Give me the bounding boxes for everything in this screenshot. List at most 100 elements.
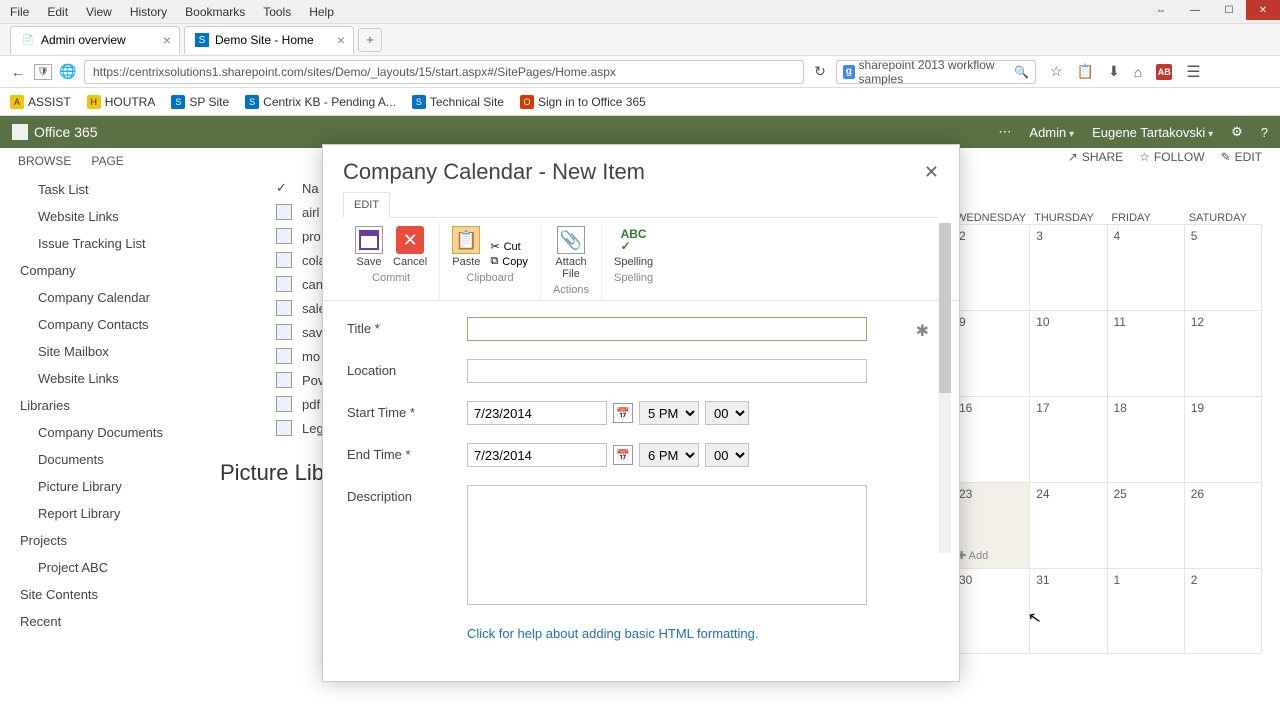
calendar-cell-today[interactable]: 23 ✚ Add xyxy=(952,483,1030,568)
nav-recent[interactable]: Recent xyxy=(20,608,200,635)
calendar-picker-icon[interactable]: 📅 xyxy=(613,403,633,423)
calendar-cell[interactable]: 16 xyxy=(952,397,1030,482)
adblock-icon[interactable]: AB xyxy=(1156,64,1172,80)
start-minute-select[interactable]: 00 xyxy=(705,401,749,425)
attach-file-button[interactable]: 📎Attach File xyxy=(555,226,586,280)
title-input[interactable] xyxy=(467,317,867,341)
overflow-icon[interactable]: ⋯ xyxy=(998,124,1011,140)
new-tab-button[interactable]: + xyxy=(358,28,382,52)
nav-documents[interactable]: Documents xyxy=(20,446,200,473)
search-box[interactable]: g sharepoint 2013 workflow samples 🔍 xyxy=(836,60,1036,84)
tab-page[interactable]: PAGE xyxy=(91,148,123,174)
tab-close-icon[interactable]: × xyxy=(163,32,171,48)
start-date-input[interactable] xyxy=(467,401,607,425)
reload-button[interactable]: ↻ xyxy=(810,62,830,82)
nav-company-calendar[interactable]: Company Calendar xyxy=(20,284,200,311)
bookmark-assist[interactable]: AASSIST xyxy=(10,95,71,109)
bookmark-sp-site[interactable]: SSP Site xyxy=(171,95,229,109)
nav-website-links[interactable]: Website Links xyxy=(20,203,200,230)
nav-picture-library[interactable]: Picture Library xyxy=(20,473,200,500)
cut-button[interactable]: ✂Cut xyxy=(490,240,528,253)
nav-task-list[interactable]: Task List xyxy=(20,176,200,203)
calendar-cell[interactable]: 1 xyxy=(1108,569,1185,653)
calendar-cell[interactable]: 19 xyxy=(1185,397,1262,482)
save-button[interactable]: Save xyxy=(355,226,383,268)
nav-company-documents[interactable]: Company Documents xyxy=(20,419,200,446)
add-event-link[interactable]: ✚ Add xyxy=(957,549,988,562)
end-hour-select[interactable]: 6 PM xyxy=(639,443,699,467)
nav-report-library[interactable]: Report Library xyxy=(20,500,200,527)
home-icon[interactable]: ⌂ xyxy=(1134,64,1142,80)
dialog-close-button[interactable]: ✕ xyxy=(924,162,939,183)
nav-project-abc[interactable]: Project ABC xyxy=(20,554,200,581)
bookmark-houtra[interactable]: HHOUTRA xyxy=(87,95,156,109)
calendar-cell[interactable]: 3 xyxy=(1030,225,1107,310)
calendar-cell[interactable]: 2 xyxy=(952,225,1030,310)
calendar-cell[interactable]: 30 xyxy=(952,569,1030,653)
nav-company[interactable]: Company xyxy=(20,257,200,284)
calendar-cell[interactable]: 24 xyxy=(1030,483,1107,568)
menu-view[interactable]: View xyxy=(86,5,112,19)
nav-issue-tracking[interactable]: Issue Tracking List xyxy=(20,230,200,257)
help-icon[interactable]: ? xyxy=(1261,125,1268,140)
maximize-button[interactable]: ☐ xyxy=(1212,0,1246,20)
menu-history[interactable]: History xyxy=(130,5,167,19)
calendar-cell[interactable]: 2 xyxy=(1185,569,1262,653)
menu-help[interactable]: Help xyxy=(309,5,334,19)
description-textarea[interactable] xyxy=(467,485,867,605)
office365-logo[interactable]: Office 365 xyxy=(12,124,98,140)
dialog-tab-edit[interactable]: EDIT xyxy=(343,192,390,218)
spelling-button[interactable]: ABC✓Spelling xyxy=(614,226,653,268)
calendar-cell[interactable]: 26 xyxy=(1185,483,1262,568)
nav-company-contacts[interactable]: Company Contacts xyxy=(20,311,200,338)
hamburger-icon[interactable]: ☰ xyxy=(1186,62,1200,82)
calendar-cell[interactable]: 5 xyxy=(1185,225,1262,310)
window-close-button[interactable]: ✕ xyxy=(1246,0,1280,20)
calendar-cell[interactable]: 10 xyxy=(1030,311,1107,396)
bookmark-office365[interactable]: OSign in to Office 365 xyxy=(520,95,646,109)
identity-icon[interactable]: 🛡 xyxy=(34,64,52,80)
menu-tools[interactable]: Tools xyxy=(263,5,291,19)
end-minute-select[interactable]: 00 xyxy=(705,443,749,467)
nav-site-mailbox[interactable]: Site Mailbox xyxy=(20,338,200,365)
tab-demo-site[interactable]: S Demo Site - Home × xyxy=(184,26,354,54)
star-icon[interactable]: ☆ xyxy=(1050,63,1063,80)
cancel-button[interactable]: ✕Cancel xyxy=(393,226,427,268)
calendar-cell[interactable]: 11 xyxy=(1108,311,1185,396)
menu-edit[interactable]: Edit xyxy=(47,5,68,19)
gear-icon[interactable]: ⚙ xyxy=(1231,124,1243,140)
help-link[interactable]: Click for help about adding basic HTML f… xyxy=(467,626,935,641)
admin-dropdown[interactable]: Admin xyxy=(1029,125,1074,140)
user-menu[interactable]: Eugene Tartakovski xyxy=(1092,125,1213,140)
minimize-button[interactable]: — xyxy=(1178,0,1212,20)
tab-close-icon[interactable]: × xyxy=(337,32,345,48)
bookmark-centrix[interactable]: SCentrix KB - Pending A... xyxy=(245,95,396,109)
tab-browse[interactable]: BROWSE xyxy=(18,148,71,174)
nav-site-contents[interactable]: Site Contents xyxy=(20,581,200,608)
calendar-cell[interactable]: 4 xyxy=(1108,225,1185,310)
clipboard-icon[interactable]: 📋 xyxy=(1077,63,1094,80)
paste-button[interactable]: 📋Paste xyxy=(452,226,480,268)
download-icon[interactable]: ⬇ xyxy=(1108,63,1120,80)
calendar-cell[interactable]: 12 xyxy=(1185,311,1262,396)
nav-website-links-2[interactable]: Website Links xyxy=(20,365,200,392)
url-input[interactable]: https://centrixsolutions1.sharepoint.com… xyxy=(84,60,804,84)
search-icon[interactable]: 🔍 xyxy=(1014,65,1029,79)
bookmark-technical[interactable]: STechnical Site xyxy=(412,95,504,109)
calendar-cell[interactable]: 18 xyxy=(1108,397,1185,482)
location-input[interactable] xyxy=(467,359,867,383)
calendar-cell[interactable]: 9 xyxy=(952,311,1030,396)
nav-projects[interactable]: Projects xyxy=(20,527,200,554)
menu-bookmarks[interactable]: Bookmarks xyxy=(185,5,245,19)
restore-diag-icon[interactable]: ⇔ xyxy=(1144,0,1178,20)
nav-libraries[interactable]: Libraries xyxy=(20,392,200,419)
calendar-cell[interactable]: 25 xyxy=(1108,483,1185,568)
end-date-input[interactable] xyxy=(467,443,607,467)
calendar-picker-icon[interactable]: 📅 xyxy=(613,445,633,465)
copy-button[interactable]: ⧉Copy xyxy=(490,255,528,268)
menu-file[interactable]: File xyxy=(10,5,29,19)
calendar-cell[interactable]: 31 xyxy=(1030,569,1107,653)
back-button[interactable]: ← xyxy=(8,62,28,82)
tab-admin-overview[interactable]: 📄 Admin overview × xyxy=(10,26,180,54)
calendar-cell[interactable]: 17 xyxy=(1030,397,1107,482)
